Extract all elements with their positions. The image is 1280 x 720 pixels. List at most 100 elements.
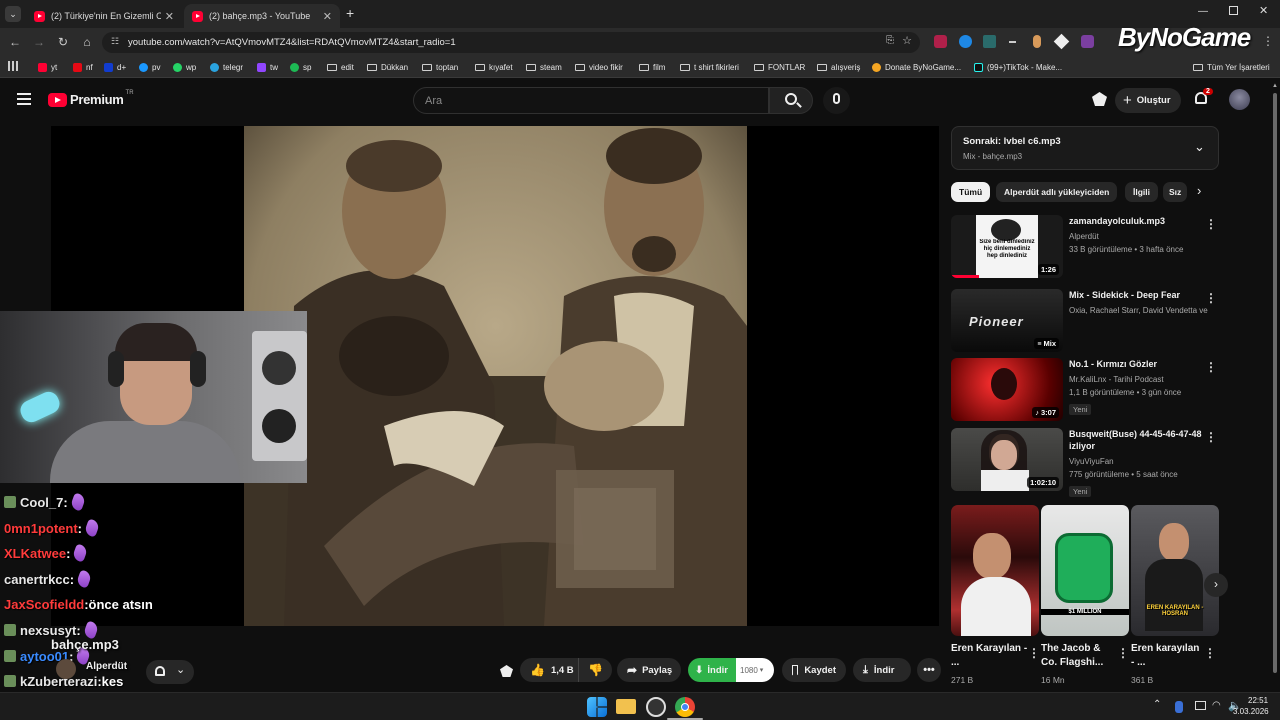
- bookmark-donate[interactable]: Donate ByNoGame...: [872, 61, 961, 74]
- chip-all[interactable]: Tümü: [951, 182, 991, 202]
- bookmark-folder-film[interactable]: film: [639, 61, 665, 74]
- avatar[interactable]: [1229, 89, 1250, 110]
- forward-icon[interactable]: →: [31, 34, 47, 50]
- obs-icon[interactable]: [646, 697, 666, 717]
- save-button[interactable]: Kaydet: [782, 658, 846, 682]
- close-tab-icon[interactable]: ✕: [165, 10, 174, 23]
- short-thumbnail[interactable]: [951, 505, 1039, 636]
- chip-partial[interactable]: Sız: [1163, 182, 1187, 202]
- notifications-button[interactable]: 2: [1193, 88, 1213, 108]
- short-thumbnail[interactable]: EREN KARAYILAN - HOSRAN: [1131, 505, 1219, 636]
- close-tab-icon[interactable]: ✕: [323, 10, 332, 23]
- bookmark-folder-alisveris[interactable]: alışveriş: [817, 61, 860, 74]
- channel-avatar[interactable]: [56, 659, 76, 679]
- extension-icon[interactable]: [1081, 35, 1094, 48]
- tab-search-button[interactable]: ⌄: [5, 6, 21, 22]
- like-button[interactable]: 👍 1,4 B: [520, 658, 578, 682]
- close-window-button[interactable]: ✕: [1259, 4, 1268, 17]
- short-title[interactable]: Eren karayılan - ...: [1131, 642, 1201, 670]
- more-vertical-icon[interactable]: ⋮: [1205, 360, 1217, 374]
- bookmark-folder-toptan[interactable]: toptan: [422, 61, 458, 74]
- more-vertical-icon[interactable]: ⋮: [1205, 291, 1217, 305]
- hamburger-menu-icon[interactable]: [17, 93, 31, 105]
- extension-icon[interactable]: [1053, 33, 1070, 50]
- clock-date[interactable]: 3.03.2026: [1233, 707, 1269, 716]
- bookmark-folder-kiyafet[interactable]: kıyafet: [475, 61, 513, 74]
- bookmark-yt[interactable]: yt: [38, 61, 57, 74]
- tray-chevron-up-icon[interactable]: ⌃: [1153, 699, 1161, 710]
- chip-from-uploader[interactable]: Alperdüt adlı yükleyiciden: [996, 182, 1118, 202]
- home-icon[interactable]: ⌂: [79, 34, 95, 50]
- bookmark-folder-video-fikir[interactable]: video fikir: [575, 61, 623, 74]
- back-icon[interactable]: ←: [7, 34, 23, 50]
- premium-icon[interactable]: [1092, 92, 1107, 106]
- tray-app-icon[interactable]: [1175, 701, 1183, 713]
- tab-bahce[interactable]: (2) bahçe.mp3 - YouTube ✕: [184, 4, 340, 28]
- chip-related[interactable]: İlgili: [1125, 182, 1158, 202]
- file-explorer-icon[interactable]: [616, 699, 636, 714]
- chrome-icon[interactable]: [675, 697, 695, 717]
- bookmark-nf[interactable]: nf: [73, 61, 93, 74]
- maximize-button[interactable]: [1229, 6, 1238, 15]
- bookmark-folder-fontlar[interactable]: FONTLAR: [754, 61, 805, 74]
- bookmark-telegr[interactable]: telegr: [210, 61, 243, 74]
- install-app-icon[interactable]: ⎘: [886, 35, 894, 46]
- quality-select[interactable]: 1080 ▾: [736, 658, 774, 682]
- subscribed-bell-button[interactable]: ⌄: [146, 660, 194, 684]
- more-vertical-icon[interactable]: ⋮: [1205, 430, 1217, 444]
- short-title[interactable]: The Jacob & Co. Flagshi...: [1041, 642, 1119, 670]
- search-input[interactable]: Ara: [413, 87, 769, 114]
- chevron-down-icon[interactable]: ⌄: [1194, 139, 1205, 155]
- extension-icon[interactable]: [983, 35, 996, 48]
- new-tab-button[interactable]: +: [346, 5, 354, 21]
- bookmark-tw[interactable]: tw: [257, 61, 278, 74]
- create-button[interactable]: + Oluştur: [1115, 88, 1181, 113]
- bookmark-folder-tshirt[interactable]: t shirt fikirleri: [680, 61, 739, 74]
- bookmark-tiktok[interactable]: (99+)TikTok - Make...: [974, 61, 1062, 74]
- address-bar[interactable]: ☷ youtube.com/watch?v=AtQVmovMTZ4&list=R…: [102, 32, 920, 53]
- dislike-button[interactable]: 👎: [578, 658, 612, 682]
- recommendation-item[interactable]: Size beni dinlediniz hiç dinlemediniz he…: [951, 215, 1221, 279]
- bookmark-pv[interactable]: pv: [139, 61, 160, 74]
- video-frame[interactable]: [244, 126, 747, 626]
- tab-turkiye[interactable]: (2) Türkiye'nin En Gizemli Olay... ✕: [26, 4, 182, 28]
- search-button[interactable]: [769, 87, 813, 114]
- recommendation-item[interactable]: 1:02:10 Busqweit(Buse) 44-45-46-47-48 iz…: [951, 428, 1221, 497]
- more-vertical-icon[interactable]: ⋮: [1204, 646, 1276, 660]
- recommendation-item[interactable]: ♪ 3:07 No.1 - Kırmızı Gözler Mr.KaliLnx -…: [951, 358, 1221, 422]
- bookmark-folder-edit[interactable]: edit: [327, 61, 354, 74]
- menu-icon[interactable]: ⋮: [1262, 34, 1274, 48]
- bookmark-folder-steam[interactable]: steam: [526, 61, 562, 74]
- bookmark-dplus[interactable]: d+: [104, 61, 126, 74]
- all-bookmarks[interactable]: Tüm Yer İşaretleri: [1193, 61, 1270, 74]
- site-info-icon[interactable]: ☷: [111, 36, 119, 47]
- short-thumbnail[interactable]: $1 MILLION: [1041, 505, 1129, 636]
- extension-icon[interactable]: [1009, 41, 1016, 43]
- bookmark-folder-dukkan[interactable]: Dükkan: [367, 61, 408, 74]
- short-title[interactable]: Eren Karayılan - ...: [951, 642, 1029, 670]
- more-vertical-icon[interactable]: ⋮: [1205, 217, 1217, 231]
- youtube-premium-logo[interactable]: Premium TR: [48, 90, 134, 107]
- shorts-next-button[interactable]: ›: [1204, 573, 1228, 597]
- bookmark-wp[interactable]: wp: [173, 61, 196, 74]
- chevron-right-icon[interactable]: ›: [1197, 183, 1201, 198]
- reload-icon[interactable]: ↻: [55, 34, 71, 50]
- extension-icon[interactable]: [959, 35, 972, 48]
- page-scrollbar[interactable]: ▲: [1272, 83, 1278, 683]
- download-button[interactable]: ⬇ İndir: [688, 658, 736, 682]
- extension-icon[interactable]: [1033, 35, 1041, 48]
- premium-gem-icon[interactable]: [500, 665, 513, 677]
- extension-icon[interactable]: [934, 35, 947, 48]
- bookmark-star-icon[interactable]: ☆: [902, 34, 912, 47]
- clock-time[interactable]: 22:51: [1248, 696, 1268, 705]
- windows-start-icon[interactable]: [587, 697, 607, 717]
- offline-download-button[interactable]: ⤓ İndir: [853, 658, 911, 682]
- share-button[interactable]: ➦ Paylaş: [617, 658, 681, 682]
- channel-name[interactable]: Alperdüt: [86, 661, 127, 672]
- apps-grid-icon[interactable]: [8, 61, 18, 71]
- wifi-icon[interactable]: ◠: [1212, 700, 1221, 711]
- up-next-panel[interactable]: Sonraki: lvbel c6.mp3 Mix - bahçe.mp3 ⌄: [951, 126, 1219, 170]
- minimize-button[interactable]: —: [1198, 6, 1208, 17]
- voice-search-button[interactable]: [823, 87, 850, 114]
- display-icon[interactable]: [1195, 701, 1206, 710]
